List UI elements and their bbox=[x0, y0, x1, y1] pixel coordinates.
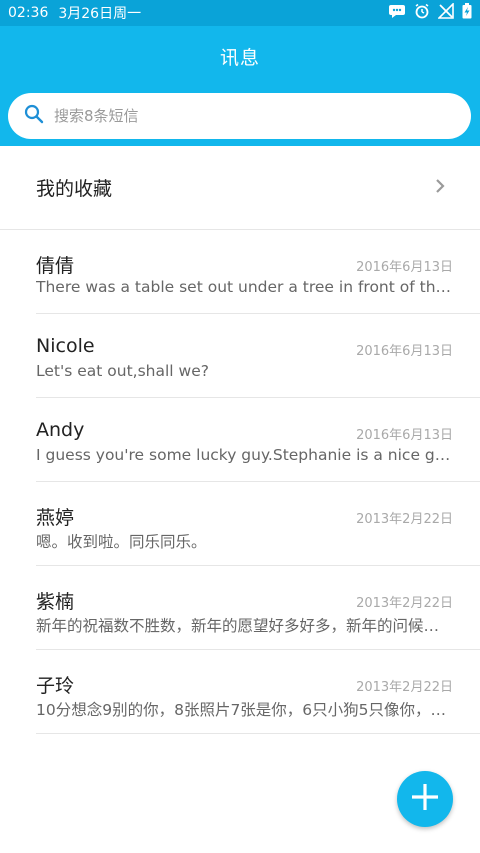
page-title: 讯息 bbox=[219, 47, 260, 69]
app-bar: 讯息 bbox=[0, 26, 480, 146]
status-left: 02:36 3月26日周一 bbox=[8, 3, 141, 23]
chevron-right-icon bbox=[434, 178, 446, 198]
search-icon bbox=[24, 104, 44, 128]
status-date: 3月26日周一 bbox=[58, 6, 142, 22]
no-signal-icon bbox=[437, 2, 454, 23]
message-snippet: I guess you're some lucky guy.Stephanie … bbox=[36, 446, 452, 464]
conversation-item[interactable]: 倩倩 2016年6月13日 There was a table set out … bbox=[36, 230, 480, 314]
status-bar: 02:36 3月26日周一 bbox=[0, 0, 480, 26]
message-date: 2016年6月13日 bbox=[356, 428, 453, 443]
search-input[interactable] bbox=[52, 106, 436, 126]
message-date: 2013年2月22日 bbox=[356, 596, 453, 611]
plus-icon bbox=[410, 782, 440, 816]
contact-name: 倩倩 bbox=[36, 255, 75, 277]
contact-name: 子玲 bbox=[36, 675, 75, 697]
conversation-item[interactable]: Andy 2016年6月13日 I guess you're some luck… bbox=[36, 398, 480, 482]
contact-name: Nicole bbox=[36, 335, 95, 357]
message-icon bbox=[388, 4, 406, 22]
status-time: 02:36 bbox=[8, 5, 49, 21]
message-date: 2013年2月22日 bbox=[356, 680, 453, 695]
search-bar[interactable] bbox=[8, 93, 471, 139]
contact-name: Andy bbox=[36, 419, 85, 441]
conversation-item[interactable]: 紫楠 2013年2月22日 新年的祝福数不胜数，新年的愿望好多好多，新年的问候送… bbox=[36, 566, 480, 650]
message-date: 2016年6月13日 bbox=[356, 344, 453, 359]
message-snippet: 新年的祝福数不胜数，新年的愿望好多好多，新年的问候送给你 bbox=[36, 617, 452, 635]
favorites-label: 我的收藏 bbox=[36, 178, 113, 200]
conversation-item[interactable]: 燕婷 2013年2月22日 嗯。收到啦。同乐同乐。 bbox=[36, 482, 480, 566]
conversation-item[interactable]: 子玲 2013年2月22日 10分想念9别的你，8张照片7张是你，6只小狗5只像… bbox=[36, 650, 480, 734]
contact-name: 燕婷 bbox=[36, 507, 75, 529]
message-snippet: 嗯。收到啦。同乐同乐。 bbox=[36, 533, 207, 551]
contact-name: 紫楠 bbox=[36, 591, 75, 613]
message-snippet: Let's eat out,shall we? bbox=[36, 362, 209, 380]
favorites-row[interactable]: 我的收藏 bbox=[0, 146, 480, 230]
new-message-button[interactable] bbox=[397, 771, 453, 827]
alarm-icon bbox=[414, 3, 430, 23]
conversation-item[interactable]: Nicole 2016年6月13日 Let's eat out,shall we… bbox=[36, 314, 480, 398]
message-snippet: There was a table set out under a tree i… bbox=[36, 278, 452, 296]
message-date: 2013年2月22日 bbox=[356, 512, 453, 527]
message-snippet: 10分想念9别的你，8张照片7张是你，6只小狗5只像你，4季平安 bbox=[36, 701, 452, 719]
message-date: 2016年6月13日 bbox=[356, 260, 453, 275]
status-icons bbox=[388, 2, 472, 23]
conversation-list: 倩倩 2016年6月13日 There was a table set out … bbox=[0, 230, 480, 734]
battery-charging-icon bbox=[462, 3, 472, 23]
